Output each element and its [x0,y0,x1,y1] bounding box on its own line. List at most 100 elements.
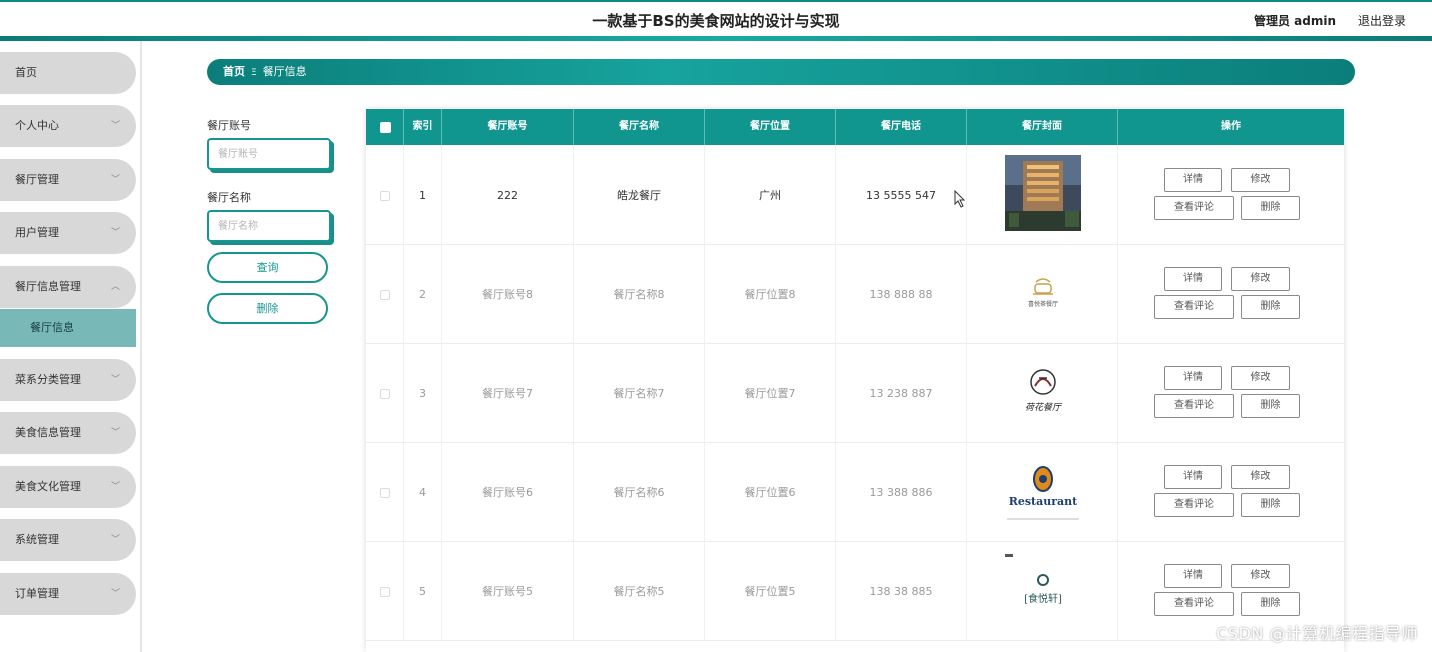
cell-location: 餐厅位置8 [705,245,836,344]
cell-account: 餐厅账号6 [442,443,574,542]
table-row: 4 餐厅账号6 餐厅名称6 餐厅位置6 13 388 886 Restauran… [366,443,1344,542]
table-row: 2 餐厅账号8 餐厅名称8 餐厅位置8 138 888 88 喜悦茶餐厅 详情 … [366,245,1344,344]
cell-name: 餐厅名称5 [574,542,705,641]
edit-button[interactable]: 修改 [1231,564,1290,588]
cell-account: 餐厅账号7 [442,344,574,443]
view-comments-button[interactable]: 查看评论 [1154,196,1234,220]
cell-name: 皓龙餐厅 [574,146,705,245]
row-checkbox[interactable] [380,488,390,498]
header-location: 餐厅位置 [705,109,836,145]
chevron-up-icon: ︿ [110,282,120,292]
cup-logo-image: 喜悦茶餐厅 [1028,278,1058,308]
cell-location: 餐厅位置7 [705,344,836,443]
chevron-down-icon: ﹀ [110,482,120,492]
delete-button[interactable]: 删除 [1241,196,1300,220]
header-name: 餐厅名称 [574,109,705,145]
cell-phone: 13 5555 547 [836,146,967,245]
chevron-down-icon: ﹀ [110,375,120,385]
breadcrumb-current: 餐厅信息 [262,65,307,78]
sidebar-item-food-culture-management[interactable]: 美食文化管理 ﹀ [0,466,136,508]
sidebar-item-order-management[interactable]: 订单管理 ﹀ [0,573,136,615]
chevron-down-icon: ﹀ [110,175,120,185]
edit-button[interactable]: 修改 [1231,366,1290,390]
view-comments-button[interactable]: 查看评论 [1154,295,1234,319]
cell-phone: 138 888 88 [836,245,967,344]
name-search-input[interactable] [207,210,331,242]
cell-account: 222 [442,146,574,245]
delete-button[interactable]: 删除 [1241,295,1300,319]
view-comments-button[interactable]: 查看评论 [1154,592,1234,616]
header-phone: 餐厅电话 [836,109,967,145]
cell-index: 5 [404,542,442,641]
breadcrumb-home[interactable]: 首页 [223,65,245,78]
sidebar-item-restaurant-management[interactable]: 餐厅管理 ﹀ [0,159,136,201]
cell-cover: 荷花餐厅 [967,344,1118,443]
cell-name: 餐厅名称7 [574,344,705,443]
sidebar-item-label: 首页 [15,66,37,79]
cell-cover: [食悦轩] [967,542,1118,641]
sidebar-item-food-info-management[interactable]: 美食信息管理 ﹀ [0,412,136,454]
account-search-input[interactable] [207,138,331,170]
query-button[interactable]: 查询 [207,252,328,283]
cell-location: 餐厅位置5 [705,542,836,641]
header-select-cell [366,109,404,145]
batch-delete-button[interactable]: 删除 [207,293,328,324]
hotel-photo-image [1005,155,1081,231]
cell-name: 餐厅名称6 [574,443,705,542]
edit-button[interactable]: 修改 [1231,465,1290,489]
edit-button[interactable]: 修改 [1231,168,1290,192]
sidebar-item-system-management[interactable]: 系统管理 ﹀ [0,519,136,561]
select-all-checkbox[interactable] [380,122,391,133]
cup-logo-text: 喜悦茶餐厅 [1028,300,1058,308]
sidebar-item-restaurant-info-management[interactable]: 餐厅信息管理 ︿ [0,266,136,308]
table-row: 3 餐厅账号7 餐厅名称7 餐厅位置7 13 238 887 荷花餐厅 详情 修… [366,344,1344,443]
detail-button[interactable]: 详情 [1164,564,1222,588]
chevron-down-icon: ﹀ [110,228,120,238]
detail-button[interactable]: 详情 [1164,366,1222,390]
sidebar-item-label: 美食信息管理 [15,426,81,439]
chevron-down-icon: ﹀ [110,428,120,438]
calligraphy-logo-text: [食悦轩] [1024,592,1062,605]
sidebar-item-label: 餐厅管理 [15,173,59,186]
row-checkbox[interactable] [380,587,390,597]
delete-button[interactable]: 删除 [1241,493,1300,517]
restaurant-logo-text: Restaurant [1009,495,1078,508]
top-header: 一款基于BS的美食网站的设计与实现 管理员 admin 退出登录 [0,0,1432,38]
mouse-cursor-icon [954,190,966,208]
cell-account: 餐厅账号8 [442,245,574,344]
sidebar-item-label: 系统管理 [15,533,59,546]
sidebar-item-label: 菜系分类管理 [15,373,81,386]
table-header: 索引 餐厅账号 餐厅名称 餐厅位置 餐厅电话 餐厅封面 操作 [366,109,1344,145]
delete-button[interactable]: 删除 [1241,592,1300,616]
view-comments-button[interactable]: 查看评论 [1154,394,1234,418]
cell-phone: 138 38 885 [836,542,967,641]
sidebar-item-cuisine-category-management[interactable]: 菜系分类管理 ﹀ [0,359,136,401]
cell-phone: 13 388 886 [836,443,967,542]
row-checkbox[interactable] [380,389,390,399]
cell-phone: 13 238 887 [836,344,967,443]
sidebar-item-home[interactable]: 首页 [0,52,136,94]
sidebar-item-personal-center[interactable]: 个人中心 ﹀ [0,105,136,147]
logout-link[interactable]: 退出登录 [1358,12,1406,29]
header-account: 餐厅账号 [442,109,574,145]
cell-cover: Restaurant [967,443,1118,542]
cell-actions: 详情 修改 查看评论 删除 [1118,245,1344,344]
header-actions: 操作 [1221,121,1241,132]
header-divider [0,36,1432,41]
detail-button[interactable]: 详情 [1164,465,1222,489]
sidebar-item-user-management[interactable]: 用户管理 ﹀ [0,212,136,254]
delete-button[interactable]: 删除 [1241,394,1300,418]
breadcrumb-separator-icon: Ξ [251,68,257,78]
detail-button[interactable]: 详情 [1164,168,1222,192]
row-checkbox[interactable] [380,290,390,300]
header-index: 索引 [404,109,442,145]
sidebar-subitem-restaurant-info[interactable]: 餐厅信息 [0,309,136,347]
row-checkbox[interactable] [380,191,390,201]
lotus-logo-image: 荷花餐厅 [1025,369,1063,413]
edit-button[interactable]: 修改 [1231,267,1290,291]
view-comments-button[interactable]: 查看评论 [1154,493,1234,517]
detail-button[interactable]: 详情 [1164,267,1222,291]
restaurant-table: 索引 餐厅账号 餐厅名称 餐厅位置 餐厅电话 餐厅封面 操作 1 222 皓龙餐… [366,109,1344,652]
cell-location: 餐厅位置6 [705,443,836,542]
header-cover: 餐厅封面 [967,109,1118,145]
